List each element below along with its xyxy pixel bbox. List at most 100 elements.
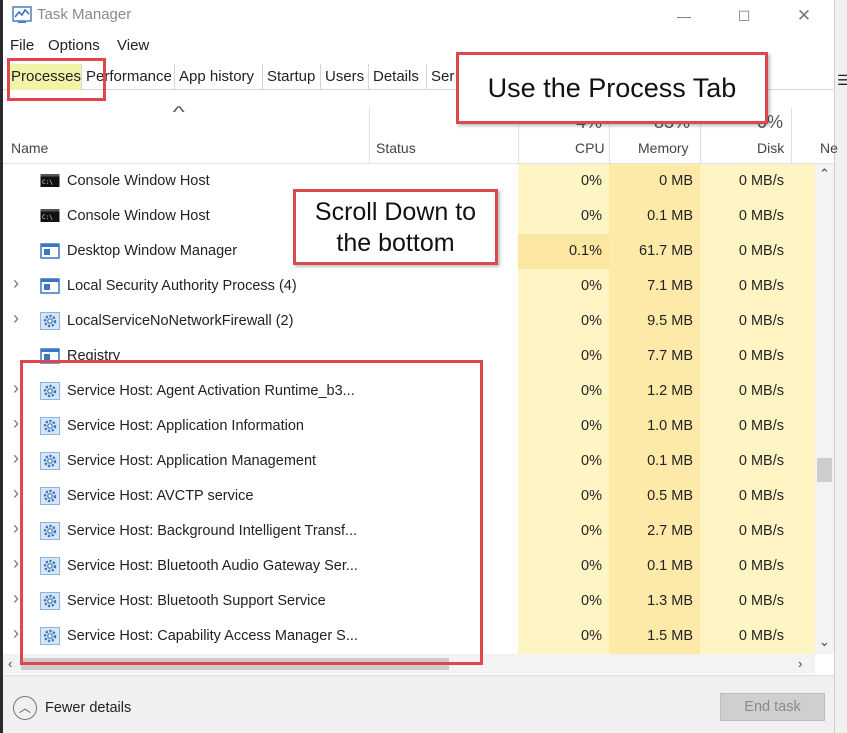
process-cpu: 0.1% xyxy=(568,243,602,259)
network-cell-background xyxy=(791,304,815,339)
network-cell-background xyxy=(791,199,815,234)
title-bar: Task Manager — ☐ ✕ xyxy=(3,0,834,32)
column-memory[interactable]: Memory xyxy=(638,140,689,156)
process-name: LocalServiceNoNetworkFirewall (2) xyxy=(67,313,294,329)
expand-chevron-icon[interactable]: › xyxy=(13,448,19,469)
process-disk: 0 MB/s xyxy=(738,523,784,539)
process-disk: 0 MB/s xyxy=(738,418,784,434)
background-edge-right: ☰ xyxy=(834,0,847,733)
column-status[interactable]: Status xyxy=(376,140,416,156)
network-cell-background xyxy=(791,374,815,409)
process-row[interactable]: › LocalServiceNoNetworkFirewall (2) 0% 9.5 … xyxy=(3,304,815,339)
process-cpu: 0% xyxy=(581,453,602,469)
expand-chevron-icon[interactable]: › xyxy=(13,518,19,539)
tab-services[interactable]: Ser xyxy=(428,64,458,90)
network-cell-background xyxy=(791,514,815,549)
svg-text:C:\: C:\ xyxy=(42,179,53,186)
process-name: Local Security Authority Process (4) xyxy=(67,278,297,294)
menu-file[interactable]: File xyxy=(10,37,34,54)
network-cell-background xyxy=(791,549,815,584)
scroll-down-icon[interactable]: ⌄ xyxy=(819,634,830,650)
process-memory: 1.5 MB xyxy=(647,628,693,644)
vertical-scrollbar[interactable]: ⌃ ⌄ xyxy=(815,164,834,654)
network-cell-background xyxy=(791,339,815,374)
end-task-button[interactable]: End task xyxy=(720,693,825,721)
process-row[interactable]: › Local Security Authority Process (4) 0% 7… xyxy=(3,269,815,304)
expand-chevron-icon[interactable]: › xyxy=(13,483,19,504)
process-name: Console Window Host xyxy=(67,173,210,189)
process-cpu: 0% xyxy=(581,488,602,504)
column-name[interactable]: Name xyxy=(11,140,48,156)
process-cpu: 0% xyxy=(581,278,602,294)
close-button[interactable]: ✕ xyxy=(781,4,827,28)
expand-chevron-icon[interactable]: › xyxy=(13,378,19,399)
process-cpu: 0% xyxy=(581,383,602,399)
menu-options[interactable]: Options xyxy=(48,37,100,54)
column-disk[interactable]: Disk xyxy=(757,140,784,156)
process-cpu: 0% xyxy=(581,558,602,574)
svg-text:C:\: C:\ xyxy=(42,214,53,221)
scroll-up-icon[interactable]: ⌃ xyxy=(819,166,830,182)
process-cpu: 0% xyxy=(581,628,602,644)
processes-tab-highlight xyxy=(7,58,106,101)
process-memory: 1.3 MB xyxy=(647,593,693,609)
gear-icon xyxy=(40,312,60,330)
maximize-button[interactable]: ☐ xyxy=(721,4,767,28)
process-name: Desktop Window Manager xyxy=(67,243,238,259)
process-disk: 0 MB/s xyxy=(738,383,784,399)
tab-details[interactable]: Details xyxy=(370,64,427,90)
expand-chevron-icon[interactable]: › xyxy=(13,413,19,434)
scroll-right-icon[interactable]: › xyxy=(798,656,802,671)
column-separator xyxy=(791,108,792,164)
column-network[interactable]: Ne xyxy=(820,140,838,156)
expand-chevron-icon[interactable]: › xyxy=(13,308,19,329)
process-cpu: 0% xyxy=(581,173,602,189)
process-disk: 0 MB/s xyxy=(738,173,784,189)
process-memory: 2.7 MB xyxy=(647,523,693,539)
minimize-button[interactable]: — xyxy=(661,4,707,28)
process-memory: 0.1 MB xyxy=(647,208,693,224)
process-disk: 0 MB/s xyxy=(738,243,784,259)
network-cell-background xyxy=(791,584,815,619)
network-cell-background xyxy=(791,409,815,444)
expand-chevron-icon[interactable]: › xyxy=(13,273,19,294)
vertical-scroll-thumb[interactable] xyxy=(817,458,832,482)
process-memory: 0.1 MB xyxy=(647,558,693,574)
expand-chevron-icon[interactable]: › xyxy=(13,588,19,609)
task-manager-icon xyxy=(12,6,32,23)
column-separator xyxy=(369,108,370,164)
process-memory: 1.0 MB xyxy=(647,418,693,434)
expand-chevron-icon[interactable]: › xyxy=(13,553,19,574)
service-host-rows-highlight xyxy=(20,360,483,665)
tab-users[interactable]: Users xyxy=(322,64,369,90)
network-cell-background xyxy=(791,164,815,199)
process-memory: 61.7 MB xyxy=(639,243,693,259)
window-title: Task Manager xyxy=(37,6,132,23)
process-disk: 0 MB/s xyxy=(738,488,784,504)
network-cell-background xyxy=(791,234,815,269)
process-disk: 0 MB/s xyxy=(738,453,784,469)
process-disk: 0 MB/s xyxy=(738,348,784,364)
process-memory: 0.1 MB xyxy=(647,453,693,469)
process-cpu: 0% xyxy=(581,523,602,539)
process-disk: 0 MB/s xyxy=(738,558,784,574)
expand-chevron-icon[interactable]: › xyxy=(13,623,19,644)
column-cpu[interactable]: CPU xyxy=(575,140,605,156)
window-app-icon xyxy=(40,277,60,295)
process-disk: 0 MB/s xyxy=(738,278,784,294)
tab-app-history[interactable]: App history xyxy=(176,64,263,90)
scroll-left-icon[interactable]: ‹ xyxy=(8,656,12,671)
process-cpu: 0% xyxy=(581,208,602,224)
process-disk: 0 MB/s xyxy=(738,628,784,644)
process-memory: 9.5 MB xyxy=(647,313,693,329)
network-cell-background xyxy=(791,269,815,304)
menu-view[interactable]: View xyxy=(117,37,149,54)
chevron-up-circle-icon[interactable]: ︿ xyxy=(13,696,37,720)
process-cpu: 0% xyxy=(581,418,602,434)
tab-startup[interactable]: Startup xyxy=(264,64,321,90)
scroll-callout-line2: the bottom xyxy=(336,229,455,257)
network-cell-background xyxy=(791,619,815,654)
network-cell-background xyxy=(791,479,815,514)
process-cpu: 0% xyxy=(581,593,602,609)
fewer-details-link[interactable]: Fewer details xyxy=(45,700,131,716)
